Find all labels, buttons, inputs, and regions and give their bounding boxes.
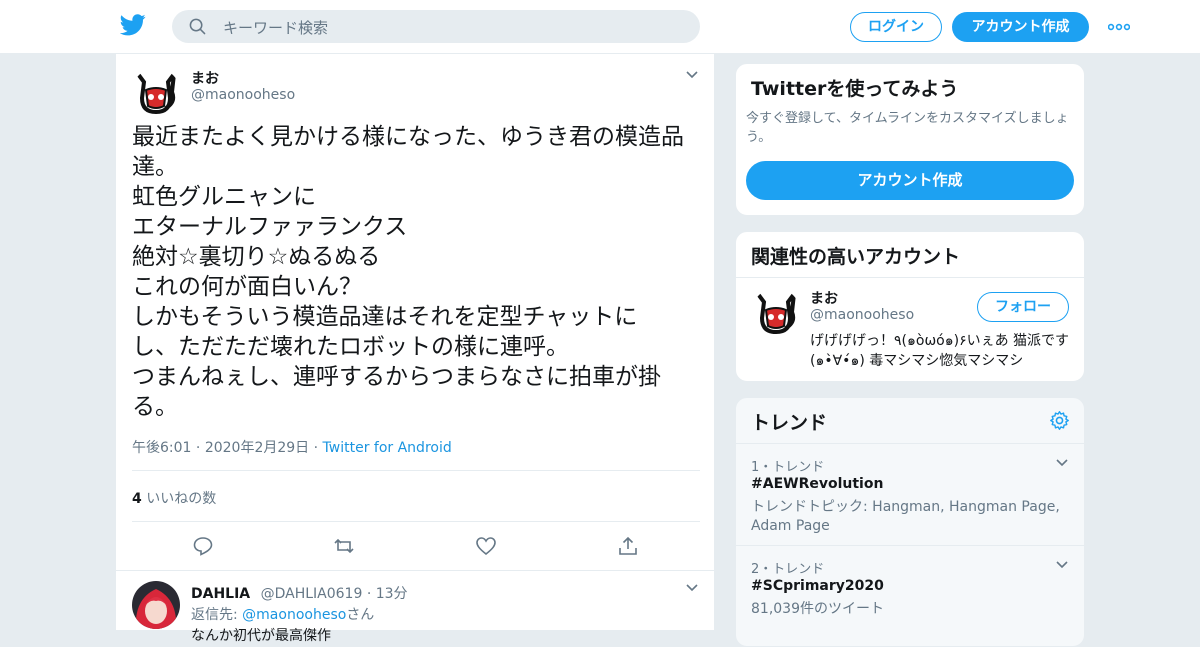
- top-bar: キーワード検索 ログイン アカウント作成: [0, 0, 1200, 54]
- signup-button[interactable]: アカウント作成: [952, 12, 1089, 42]
- trends-title: トレンド: [751, 412, 828, 434]
- like-count-label: いいねの数: [146, 491, 217, 507]
- reply-to-link[interactable]: @maonooheso: [242, 607, 346, 623]
- related-name[interactable]: まお: [810, 288, 838, 308]
- main-timeline: まお @maonooheso 最近またよく見かける様になった、ゆうき君の模造品 …: [115, 54, 715, 644]
- reply-author-handle[interactable]: @DAHLIA0619: [261, 586, 363, 602]
- trend-hashtag[interactable]: #AEWRevolution: [751, 476, 883, 492]
- reply-avatar[interactable]: [132, 581, 180, 629]
- reply-icon[interactable]: [192, 535, 214, 557]
- login-button[interactable]: ログイン: [850, 12, 942, 42]
- related-avatar[interactable]: [752, 288, 800, 336]
- trend-item[interactable]: 1・トレンド #AEWRevolution トレンドトピック: Hangman,…: [736, 443, 1084, 545]
- tweet-line: つまんねぇし、連呼するからつまらなさに拍車が掛: [132, 364, 661, 390]
- search-icon: [189, 18, 206, 35]
- related-accounts-title: 関連性の高いアカウント: [751, 246, 961, 268]
- follow-button[interactable]: フォロー: [977, 292, 1069, 322]
- related-handle[interactable]: @maonooheso: [810, 307, 914, 323]
- tweet-line: エターナルファァランクス: [132, 214, 408, 240]
- author-handle[interactable]: @maonooheso: [191, 87, 295, 103]
- meta-separator: ·: [313, 440, 323, 456]
- gear-icon[interactable]: [1049, 410, 1070, 431]
- tweet-text: 最近またよく見かける様になった、ゆうき君の模造品 達。 虹色グルニャンに エター…: [132, 122, 702, 422]
- tweet-line: し、ただただ壊れたロボットの様に連呼。: [132, 334, 569, 360]
- like-count-value: 4: [132, 491, 142, 507]
- reply-prefix: 返信先:: [191, 607, 238, 623]
- devil-avatar-icon: [752, 288, 800, 336]
- trend-description: トレンドトピック: Hangman, Hangman Page, Adam Pa…: [751, 499, 1060, 534]
- devil-avatar-icon: [132, 68, 180, 116]
- divider: [116, 570, 714, 571]
- divider: [736, 277, 1084, 278]
- tweet-line: これの何が面白いん？: [132, 274, 362, 300]
- meta-separator: ·: [195, 440, 205, 456]
- avatar[interactable]: [132, 68, 180, 116]
- reply-author-name[interactable]: DAHLIA: [191, 586, 250, 602]
- trend-meta: 1・トレンド: [751, 460, 825, 475]
- chevron-down-icon[interactable]: [685, 68, 699, 82]
- meta-separator: ·: [366, 586, 376, 602]
- signup-card-button[interactable]: アカウント作成: [746, 161, 1074, 200]
- related-bio: げげげげっ！٩(๑òωó๑)۶いぇあ 猫派です(๑•̀∀•́๑) 毒マシマシ惚気…: [810, 333, 1070, 369]
- trend-description: 81,039件のツイート: [751, 601, 884, 617]
- more-options-icon[interactable]: [1108, 18, 1130, 36]
- retweet-icon[interactable]: [333, 535, 355, 557]
- anime-girl-avatar-icon: [132, 581, 180, 629]
- reply-time[interactable]: 13分: [376, 586, 408, 602]
- share-icon[interactable]: [617, 535, 639, 557]
- chevron-down-icon[interactable]: [1055, 456, 1069, 470]
- signup-card: Twitterを使ってみよう 今すぐ登録して、タイムラインをカスタマイズしましょ…: [735, 63, 1085, 216]
- tweet-metadata: 午後6:01 · 2020年2月29日 · Twitter for Androi…: [132, 437, 452, 457]
- trends-card: トレンド 1・トレンド #AEWRevolution トレンドトピック: Han…: [735, 397, 1085, 647]
- tweet-line: 達。: [132, 154, 178, 180]
- divider: [132, 521, 700, 522]
- tweet-time[interactable]: 午後6:01: [132, 440, 191, 456]
- reply-text: なんか初代が最高傑作: [191, 628, 331, 644]
- trend-item[interactable]: 2・トレンド #SCprimary2020 81,039件のツイート: [736, 545, 1084, 635]
- search-input[interactable]: キーワード検索: [223, 17, 328, 38]
- tweet-date[interactable]: 2020年2月29日: [205, 440, 309, 456]
- likes-count[interactable]: 4 いいねの数: [132, 488, 216, 508]
- trend-hashtag[interactable]: #SCprimary2020: [751, 578, 884, 594]
- reply-suffix: さん: [346, 607, 375, 623]
- search-box[interactable]: キーワード検索: [172, 10, 700, 43]
- tweet-line: しかもそういう模造品達はそれを定型チャットに: [132, 304, 638, 330]
- chevron-down-icon[interactable]: [1055, 558, 1069, 572]
- reply-to-line: 返信先: @maonoohesoさん: [191, 604, 374, 624]
- tweet-line: 絶対☆裏切り☆ぬるぬる: [132, 244, 381, 270]
- divider: [132, 470, 700, 471]
- twitter-bird-icon[interactable]: [120, 14, 146, 36]
- like-heart-icon[interactable]: [475, 535, 497, 557]
- tweet-line: 最近またよく見かける様になった、ゆうき君の模造品: [132, 124, 684, 150]
- related-accounts-card: 関連性の高いアカウント まお @maonooheso フォロー げげげげっ！٩(…: [735, 231, 1085, 382]
- tweet-line: る。: [132, 394, 178, 420]
- trend-meta: 2・トレンド: [751, 562, 825, 577]
- tweet-line: 虹色グルニャンに: [132, 184, 316, 210]
- signup-card-description: 今すぐ登録して、タイムラインをカスタマイズしましょう。: [746, 111, 1069, 145]
- reply-header: DAHLIA @DAHLIA0619 · 13分: [191, 583, 408, 603]
- tweet-source-link[interactable]: Twitter for Android: [323, 440, 452, 456]
- author-name[interactable]: まお: [191, 68, 219, 88]
- signup-card-title: Twitterを使ってみよう: [751, 78, 959, 100]
- chevron-down-icon[interactable]: [685, 581, 699, 595]
